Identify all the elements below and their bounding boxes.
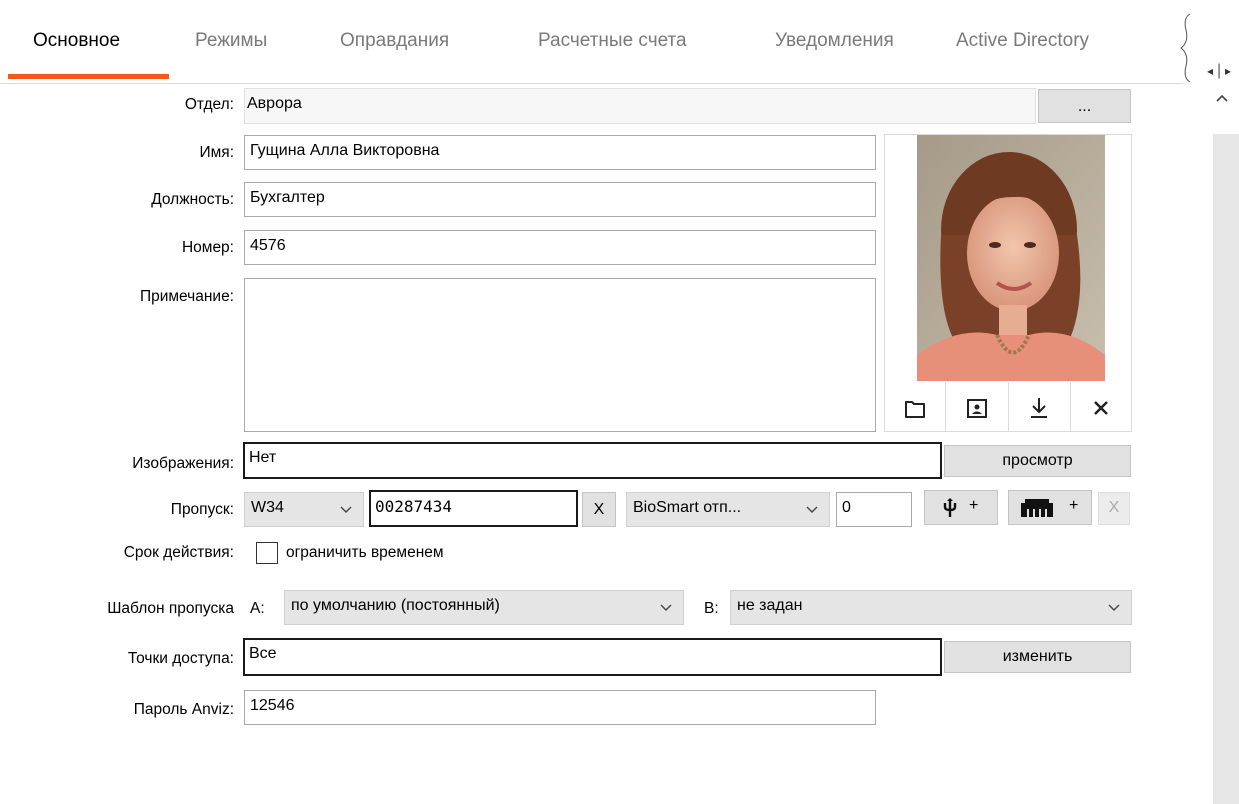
note-label: Примечание: (139, 288, 234, 305)
images-field[interactable]: Нет (243, 442, 942, 479)
scroll-up-icon[interactable] (1213, 90, 1231, 108)
view-images-button[interactable]: просмотр (944, 445, 1131, 477)
anviz-password-field[interactable]: 12546 (244, 690, 876, 725)
pass-template-label: Шаблон пропуска (107, 600, 234, 617)
close-icon[interactable] (1072, 386, 1130, 430)
validity-label: Срок действия: (123, 544, 234, 561)
access-points-field[interactable]: Все (243, 638, 942, 676)
tab-scroll-nav: ◂ | ▸ (1207, 62, 1232, 79)
pass-device-value: BioSmart отп... (633, 499, 742, 516)
chevron-down-icon (1108, 604, 1120, 611)
name-field[interactable]: Гущина Алла Викторовна (244, 135, 876, 170)
name-label: Имя: (199, 144, 235, 161)
access-points-label: Точки доступа: (127, 650, 234, 667)
scroll-thumb[interactable] (1213, 134, 1239, 804)
vertical-scrollbar[interactable] (1205, 84, 1239, 804)
tab-main[interactable]: Основное (33, 30, 120, 60)
position-label: Должность: (151, 191, 234, 208)
pass-code-field[interactable]: 00287434 (369, 490, 578, 527)
usb-icon (943, 498, 957, 517)
limit-time-checkbox[interactable] (256, 542, 278, 564)
template-b-value: не задан (737, 597, 803, 614)
tab-active-directory[interactable]: Active Directory (956, 30, 1089, 60)
number-label: Номер: (181, 239, 234, 256)
template-a-label: A: (250, 600, 265, 617)
add-usb-button[interactable]: + (924, 490, 998, 525)
tab-excuses[interactable]: Оправдания (340, 30, 449, 60)
pass-device-select[interactable]: BioSmart отп... (626, 492, 830, 527)
active-tab-indicator (8, 74, 169, 79)
portrait-icon[interactable] (948, 386, 1006, 430)
chevron-down-icon (806, 506, 818, 513)
tab-divider (0, 83, 1183, 84)
tab-bar: Основное Режимы Оправдания Расчетные сче… (0, 0, 1239, 84)
reader-icon (1021, 499, 1053, 517)
pass-label: Пропуск: (170, 501, 234, 518)
download-icon[interactable] (1010, 386, 1068, 430)
pass-clear-disabled-button[interactable]: X (1098, 492, 1130, 525)
department-field[interactable]: Аврора (244, 88, 1036, 124)
images-label: Изображения: (132, 455, 234, 472)
photo-toolbar (884, 382, 1132, 432)
add-usb-plus: + (969, 497, 979, 514)
tab-modes[interactable]: Режимы (195, 30, 267, 60)
folder-icon[interactable] (886, 386, 944, 430)
tabs-overflow-brace (1180, 13, 1191, 83)
department-select-button[interactable]: ... (1038, 89, 1131, 123)
department-label: Отдел: (184, 96, 234, 113)
pass-count-field[interactable]: 0 (836, 492, 912, 527)
change-access-points-button[interactable]: изменить (944, 641, 1131, 673)
position-field[interactable]: Бухгалтер (244, 182, 876, 217)
tab-accounts[interactable]: Расчетные счета (538, 30, 687, 60)
pass-format-value: W34 (251, 499, 284, 516)
employee-photo (917, 135, 1105, 381)
template-a-value: по умолчанию (постоянный) (291, 597, 500, 614)
number-field[interactable]: 4576 (244, 230, 876, 265)
tab-scroll-right-icon[interactable]: ▸ (1225, 64, 1231, 78)
pass-format-select[interactable]: W34 (244, 492, 364, 527)
template-b-select[interactable]: не задан (730, 590, 1132, 625)
add-reader-button[interactable]: + (1008, 490, 1092, 525)
anviz-password-label: Пароль Anviz: (133, 701, 234, 718)
add-reader-plus: + (1069, 497, 1079, 514)
chevron-down-icon (660, 604, 672, 611)
tab-notifications[interactable]: Уведомления (775, 30, 894, 60)
pass-clear-button[interactable]: X (582, 492, 616, 527)
limit-time-label: ограничить временем (286, 544, 444, 561)
note-textarea[interactable] (244, 278, 876, 432)
tab-scroll-left-icon[interactable]: ◂ (1207, 64, 1213, 78)
chevron-down-icon (340, 506, 352, 513)
template-b-label: B: (704, 600, 719, 617)
template-a-select[interactable]: по умолчанию (постоянный) (284, 590, 684, 625)
